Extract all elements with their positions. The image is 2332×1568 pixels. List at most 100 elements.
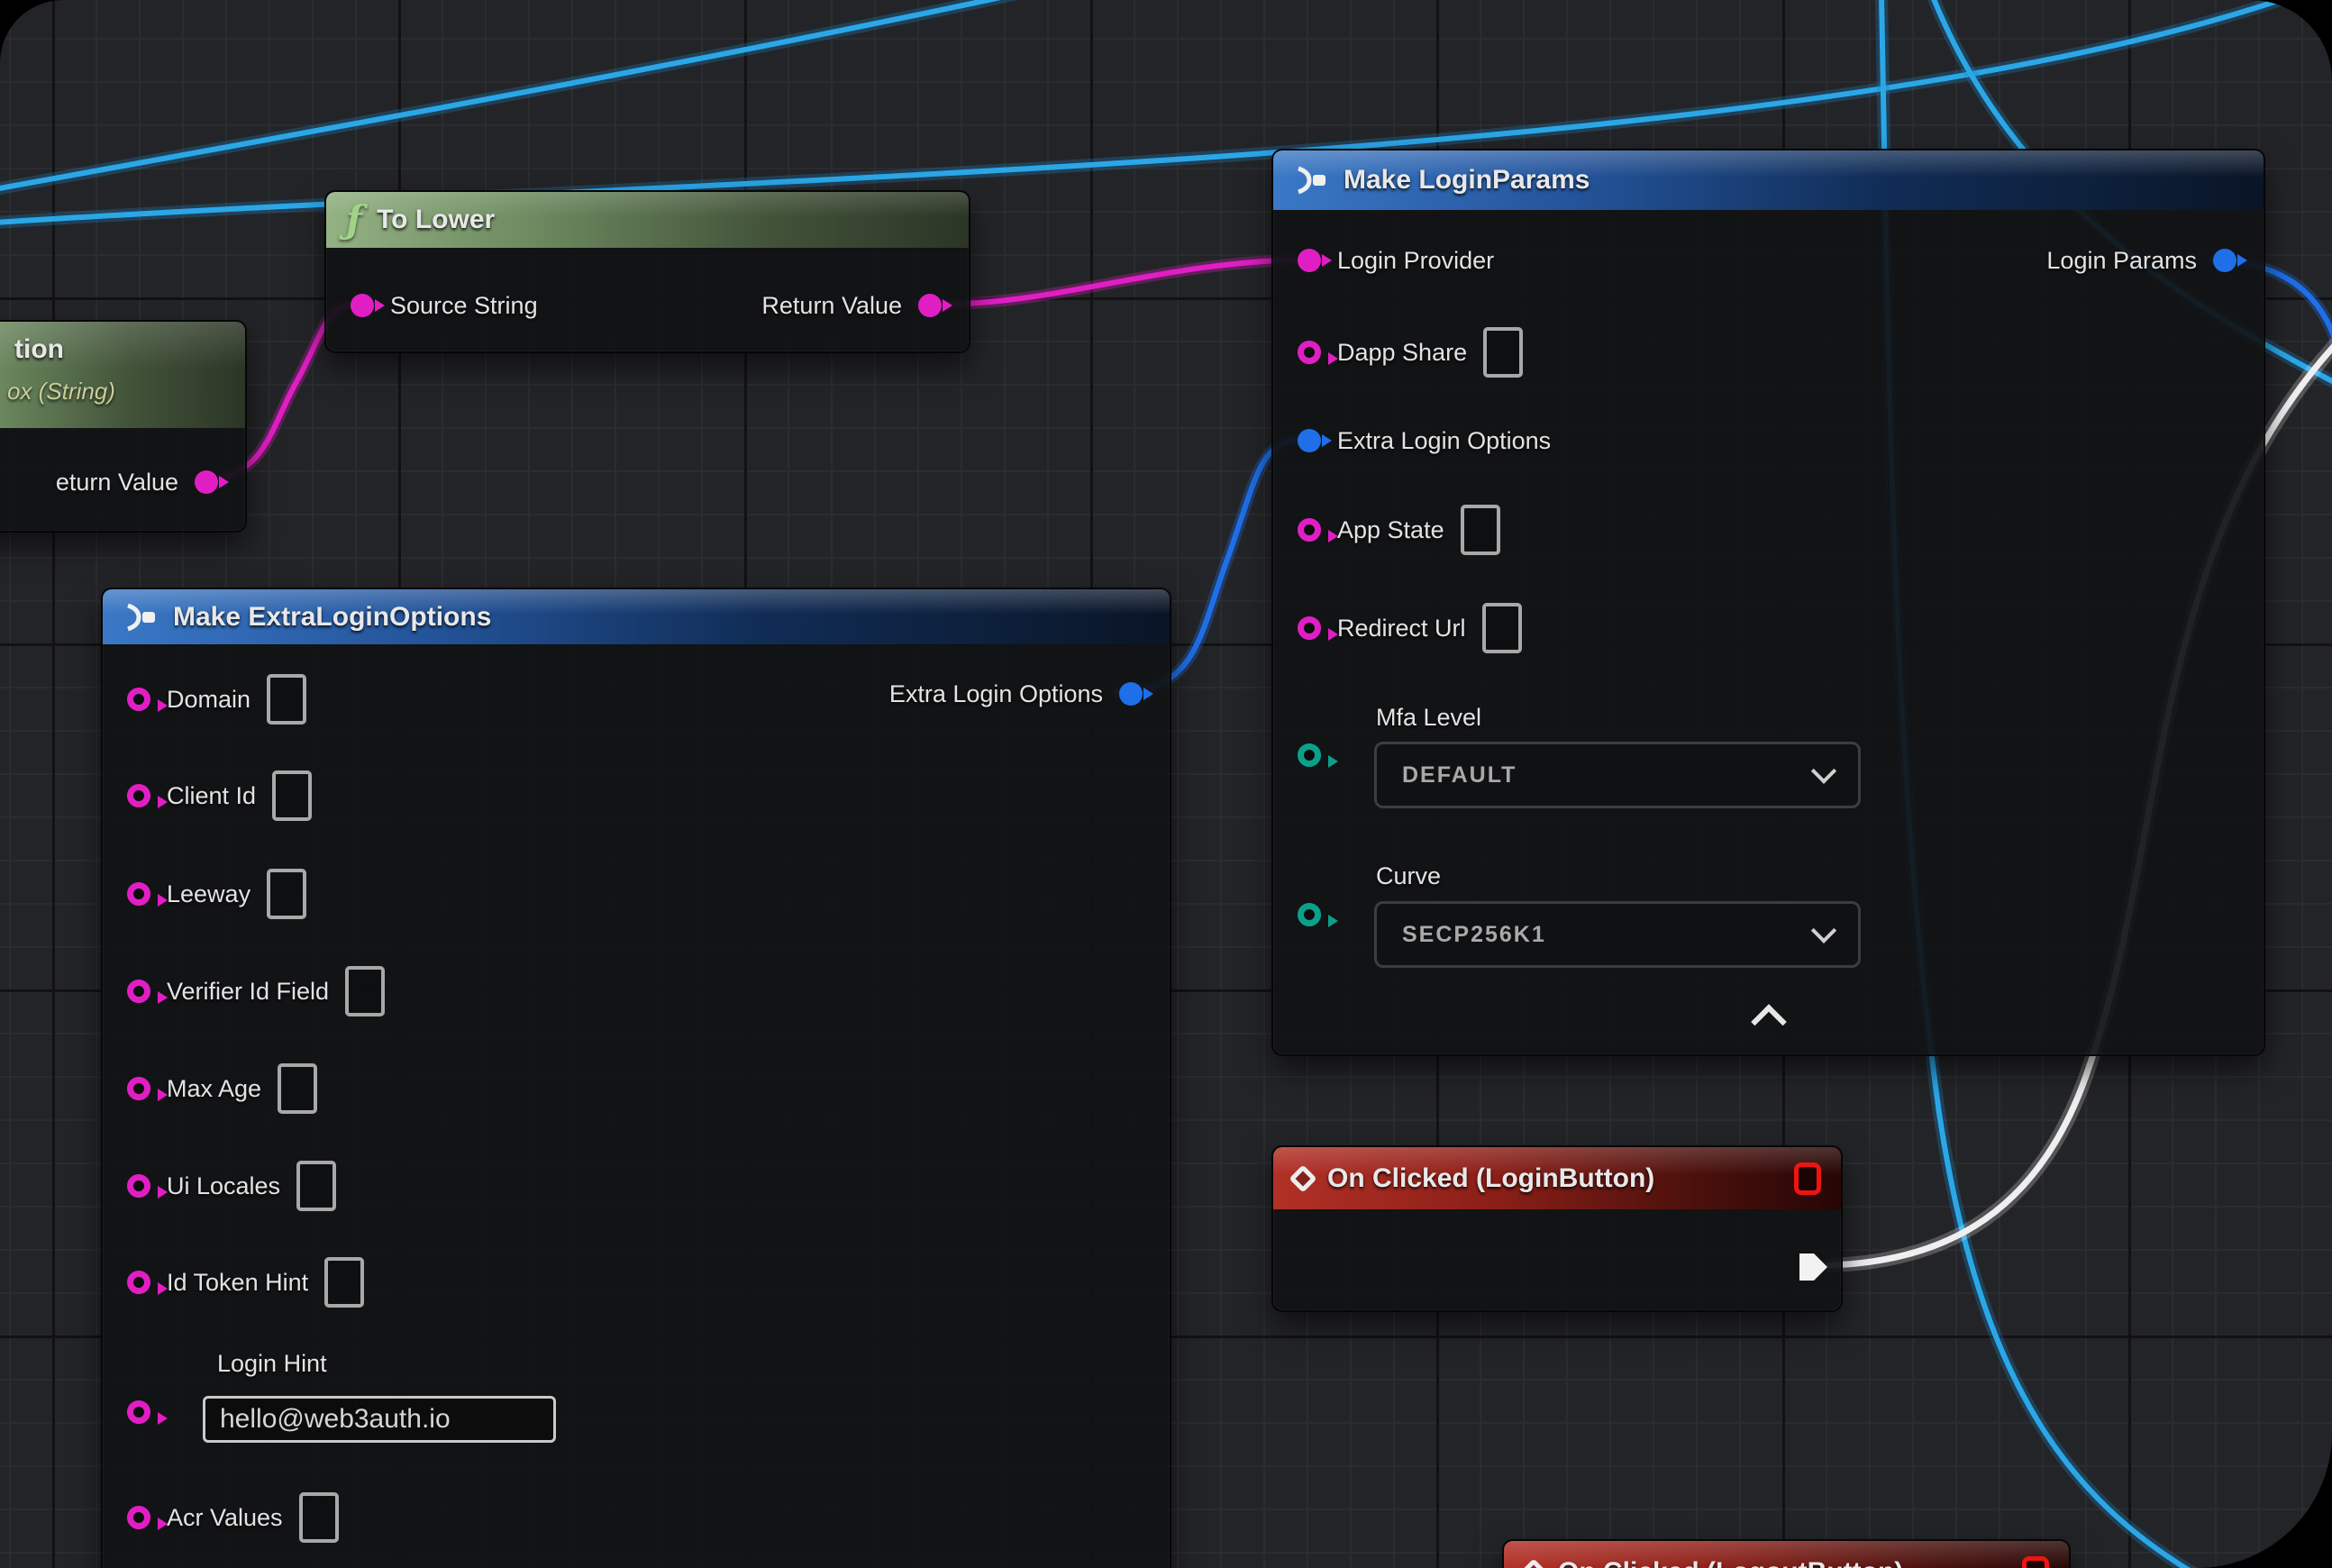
node-mlp-title: Make LoginParams <box>1344 165 1590 196</box>
login-hint-label: Login Hint <box>217 1350 327 1378</box>
enum-input-pin[interactable] <box>1298 743 1321 767</box>
delegate-pin[interactable] <box>1794 1162 1821 1195</box>
node-oclo-header[interactable]: On Clicked (LogoutButton) <box>1504 1541 2069 1568</box>
text-input-redirect-url[interactable] <box>1482 603 1522 653</box>
pin-row-client-id: Client Id <box>103 772 1170 819</box>
string-input-pin[interactable] <box>127 1271 150 1294</box>
text-input-domain[interactable] <box>267 674 306 725</box>
string-input-pin[interactable] <box>127 1506 150 1529</box>
node-on-clicked-logout-button[interactable]: On Clicked (LogoutButton) <box>1502 1539 2071 1568</box>
make-struct-icon <box>1293 166 1329 195</box>
curve-label: Curve <box>1376 862 1441 890</box>
collapse-node-chevron-icon[interactable] <box>1751 1004 1787 1040</box>
pin-label: Login Params <box>2046 247 2197 275</box>
node-to-lower[interactable]: ƒ To Lower Source String Return Value <box>324 190 970 353</box>
node-mlp-header[interactable]: Make LoginParams <box>1273 150 2264 210</box>
pin-row-max-age: Max Age <box>103 1065 1170 1112</box>
text-input-id-token-hint[interactable] <box>324 1257 364 1308</box>
mfa-level-dropdown[interactable]: DEFAULT <box>1374 742 1861 808</box>
pin-row-return-value-partial: eturn Value <box>0 459 245 506</box>
node-melo-header[interactable]: Make ExtraLoginOptions <box>103 589 1170 644</box>
pin-label: Dapp Share <box>1337 339 1467 367</box>
pin-label: App State <box>1337 516 1444 544</box>
node-make-login-params[interactable]: Make LoginParams Login Provider Login Pa… <box>1271 149 2265 1056</box>
pin-row-ui-locales: Ui Locales <box>103 1162 1170 1209</box>
node-oclo-title: On Clicked (LogoutButton) <box>1558 1557 1903 1568</box>
pin-row-login-provider: Login Provider Login Params <box>1273 237 2264 284</box>
text-input-client-id[interactable] <box>272 770 312 821</box>
wire-cyan-topleft[interactable] <box>0 0 1014 189</box>
node-to-lower-header[interactable]: ƒ To Lower <box>326 192 969 248</box>
node-ocl-title: On Clicked (LoginButton) <box>1327 1163 1654 1194</box>
pin-label: Id Token Hint <box>167 1269 308 1297</box>
pin-row-verifier-id-field: Verifier Id Field <box>103 968 1170 1015</box>
pin-row-to-lower: Source String Return Value <box>326 282 969 329</box>
node-to-lower-title: To Lower <box>377 205 495 235</box>
pin-label: Login Provider <box>1337 247 1494 275</box>
string-input-pin[interactable] <box>1298 341 1321 364</box>
string-input-pin[interactable] <box>1298 616 1321 640</box>
text-input-max-age[interactable] <box>278 1063 317 1114</box>
make-struct-icon <box>123 603 159 632</box>
mfa-level-label: Mfa Level <box>1376 704 1481 732</box>
string-output-pin[interactable] <box>918 294 942 317</box>
string-input-pin[interactable] <box>127 688 150 711</box>
node-ocl-header[interactable]: On Clicked (LoginButton) <box>1273 1147 1841 1209</box>
pin-label: Return Value <box>761 292 902 320</box>
text-input-leeway[interactable] <box>267 869 306 919</box>
event-icon <box>1289 1164 1316 1192</box>
exec-output-pin[interactable] <box>1799 1253 1828 1285</box>
node-get-text-subtitle: ox (String) <box>7 378 115 406</box>
pin-label: Source String <box>390 292 538 320</box>
string-input-pin[interactable] <box>1298 518 1321 542</box>
string-input-pin[interactable] <box>127 980 150 1003</box>
event-icon <box>1519 1558 1547 1568</box>
blueprint-graph-canvas[interactable]: tion ox (String) eturn Value ƒ To Lower … <box>0 0 2332 1568</box>
node-melo-title: Make ExtraLoginOptions <box>173 602 491 633</box>
node-get-text-title: tion <box>14 334 64 365</box>
node-get-text-partial[interactable]: tion ox (String) eturn Value <box>0 320 247 533</box>
node-on-clicked-login-button[interactable]: On Clicked (LoginButton) <box>1271 1145 1843 1312</box>
pin-label: Leeway <box>167 880 251 908</box>
login-hint-text-input[interactable]: hello@web3auth.io <box>203 1396 556 1443</box>
blueprint-editor: { "canvas": {"background": "#232427"}, "… <box>0 0 2332 1568</box>
text-input-dapp-share[interactable] <box>1483 327 1523 378</box>
struct-input-pin[interactable] <box>1298 429 1321 452</box>
struct-output-pin[interactable] <box>2213 249 2236 272</box>
pin-row-extra-login-options-in: Extra Login Options <box>1273 417 2264 464</box>
chevron-down-icon <box>1811 759 1836 784</box>
string-output-pin[interactable] <box>195 470 218 494</box>
pin-label: Client Id <box>167 782 256 810</box>
delegate-pin[interactable] <box>2022 1556 2049 1568</box>
login-hint-value: hello@web3auth.io <box>220 1404 451 1435</box>
function-icon: ƒ <box>346 201 362 239</box>
pin-row-redirect-url: Redirect Url <box>1273 605 2264 652</box>
pin-row-app-state: App State <box>1273 506 2264 553</box>
text-input-acr-values[interactable] <box>299 1492 339 1543</box>
pin-label: eturn Value <box>56 469 178 497</box>
curve-value: SECP256K1 <box>1402 922 1546 948</box>
node-make-extra-login-options[interactable]: Make ExtraLoginOptions Extra Login Optio… <box>101 588 1171 1568</box>
string-input-pin[interactable] <box>127 784 150 807</box>
text-input-ui-locales[interactable] <box>296 1161 336 1211</box>
pin-row-acr-values: Acr Values <box>103 1494 1170 1541</box>
string-input-pin[interactable] <box>127 1400 150 1424</box>
string-input-pin[interactable] <box>127 882 150 906</box>
enum-input-pin[interactable] <box>1298 903 1321 926</box>
chevron-down-icon <box>1811 918 1836 944</box>
text-input-verifier-id-field[interactable] <box>345 966 385 1016</box>
pin-label: Domain <box>167 686 251 714</box>
pin-row-leeway: Leeway <box>103 871 1170 917</box>
pin-label: Redirect Url <box>1337 615 1466 643</box>
pin-label: Max Age <box>167 1075 261 1103</box>
curve-dropdown[interactable]: SECP256K1 <box>1374 901 1861 968</box>
string-input-pin[interactable] <box>351 294 374 317</box>
pin-label: Ui Locales <box>167 1172 280 1200</box>
pin-row-domain: Domain <box>103 676 1170 723</box>
string-input-pin[interactable] <box>1298 249 1321 272</box>
pin-row-id-token-hint: Id Token Hint <box>103 1259 1170 1306</box>
pin-label: Acr Values <box>167 1504 283 1532</box>
string-input-pin[interactable] <box>127 1077 150 1100</box>
string-input-pin[interactable] <box>127 1174 150 1198</box>
text-input-app-state[interactable] <box>1461 505 1500 555</box>
